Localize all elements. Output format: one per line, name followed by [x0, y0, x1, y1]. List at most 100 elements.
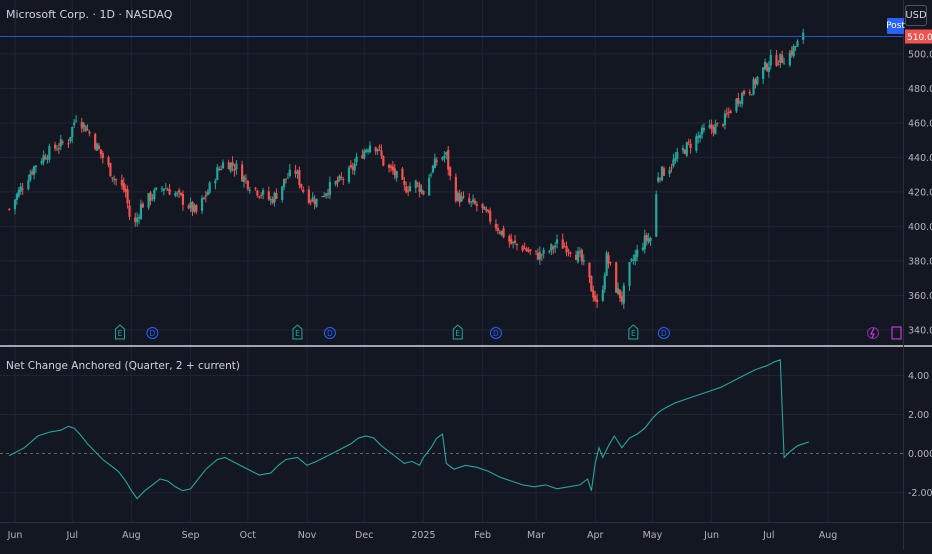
- dividend-marker-label: D: [327, 329, 333, 338]
- candle-body: [489, 210, 492, 222]
- earnings-marker-label: E: [118, 329, 123, 338]
- candle-body: [565, 246, 568, 253]
- candle-body: [366, 150, 370, 152]
- earnings-marker-label: E: [455, 329, 460, 338]
- candle-body: [765, 63, 769, 71]
- candle-body: [368, 145, 372, 153]
- candle-body: [99, 149, 102, 155]
- candle-body: [487, 209, 490, 212]
- candle-body: [179, 192, 183, 196]
- candle-body: [555, 239, 559, 244]
- candle-body: [61, 141, 64, 143]
- candle-body: [588, 262, 591, 278]
- price-axis-label: 480.00: [908, 84, 932, 95]
- candle-body: [275, 193, 278, 199]
- candle-body: [550, 244, 553, 251]
- candle-body: [471, 199, 475, 203]
- candle-body: [347, 167, 351, 183]
- candle-body: [418, 184, 421, 193]
- candle-body: [202, 197, 206, 199]
- candle-body: [307, 189, 311, 204]
- candle-body: [470, 201, 473, 203]
- candle-body: [616, 288, 620, 295]
- candle-body: [603, 275, 606, 290]
- candle-body: [756, 76, 759, 84]
- indicator-title: Net Change Anchored (Quarter, 2 + curren…: [6, 360, 241, 372]
- candle-body: [500, 230, 503, 235]
- candle-body: [796, 40, 799, 47]
- candle-body: [563, 246, 566, 248]
- candle-body: [540, 254, 543, 256]
- time-axis-label: Jul: [762, 530, 774, 541]
- candle-body: [752, 79, 755, 95]
- candle-body: [86, 129, 89, 131]
- candle-body: [124, 189, 127, 192]
- candle-body: [139, 203, 143, 219]
- price-axis-label: 340.00: [908, 325, 932, 336]
- candle-body: [670, 167, 673, 169]
- candle-body: [494, 223, 498, 229]
- candle-body: [594, 295, 597, 301]
- candle-body: [449, 167, 452, 176]
- candle-body: [685, 142, 688, 156]
- candle-body: [672, 159, 675, 167]
- candle-body: [82, 123, 85, 127]
- candle-body: [769, 54, 772, 66]
- candle-body: [674, 157, 677, 161]
- candle-body: [31, 171, 34, 174]
- candle-body: [363, 150, 366, 159]
- candle-body: [113, 178, 116, 180]
- candle-body: [689, 143, 692, 149]
- candle-body: [628, 262, 631, 286]
- candle-body: [792, 45, 795, 57]
- candle-body: [512, 241, 515, 244]
- candle-body: [338, 175, 341, 181]
- currency-button[interactable]: USD: [905, 5, 927, 26]
- candle-body: [702, 127, 706, 131]
- candle-body: [387, 164, 391, 168]
- candle-body: [668, 169, 671, 174]
- post-market-badge: Post: [886, 18, 905, 34]
- candle-body: [151, 197, 154, 199]
- candle-body: [681, 148, 685, 151]
- candle-body: [391, 166, 394, 171]
- candle-body: [286, 177, 290, 179]
- chart-stage[interactable]: 510.05 E D E D E D E D 500.00 480.00 460.00 440.00…: [0, 0, 932, 550]
- indicator-axis-label: -2.00: [908, 488, 932, 499]
- time-axis-label: Nov: [298, 530, 317, 541]
- candle-body: [48, 146, 51, 160]
- candle-body: [767, 66, 770, 72]
- candle-body: [641, 247, 644, 251]
- candle-body: [355, 156, 358, 163]
- price-lines: 510.05: [0, 29, 932, 44]
- candle-body: [248, 190, 251, 192]
- candle-body: [15, 194, 19, 200]
- candle-body: [71, 127, 74, 138]
- candle-body: [676, 151, 679, 159]
- candle-body: [57, 148, 60, 150]
- candle-body: [153, 189, 156, 200]
- candle-body: [260, 194, 263, 196]
- candle-body: [742, 90, 746, 95]
- candle-body: [323, 195, 326, 197]
- chart-canvas[interactable]: 510.05 E D E D E D E D 500.00 480.00 460.00 440.00…: [0, 0, 932, 550]
- candle-body: [567, 250, 570, 252]
- last-price-label: 510.05: [907, 33, 932, 43]
- price-axis-label: 420.00: [908, 187, 932, 198]
- time-axis-label: Mar: [527, 530, 545, 541]
- symbol-title: Microsoft Corp. · 1D · NASDAQ: [6, 8, 173, 21]
- candle-body: [762, 67, 765, 79]
- candle-body: [447, 149, 450, 170]
- candle-body: [389, 165, 393, 168]
- candle-body: [548, 251, 551, 253]
- candle-body: [441, 157, 444, 160]
- axes: 500.00 480.00 460.00 440.00 420.00 400.00 380.…: [0, 0, 932, 550]
- candle-body: [735, 98, 738, 112]
- candle-body: [643, 235, 646, 250]
- candle-body: [783, 63, 786, 65]
- candle-body: [233, 168, 236, 171]
- time-axis-label: 2025: [411, 530, 435, 541]
- candle-body: [181, 193, 185, 205]
- price-axis-label: 400.00: [908, 222, 932, 233]
- time-axis-label: Jun: [703, 530, 719, 541]
